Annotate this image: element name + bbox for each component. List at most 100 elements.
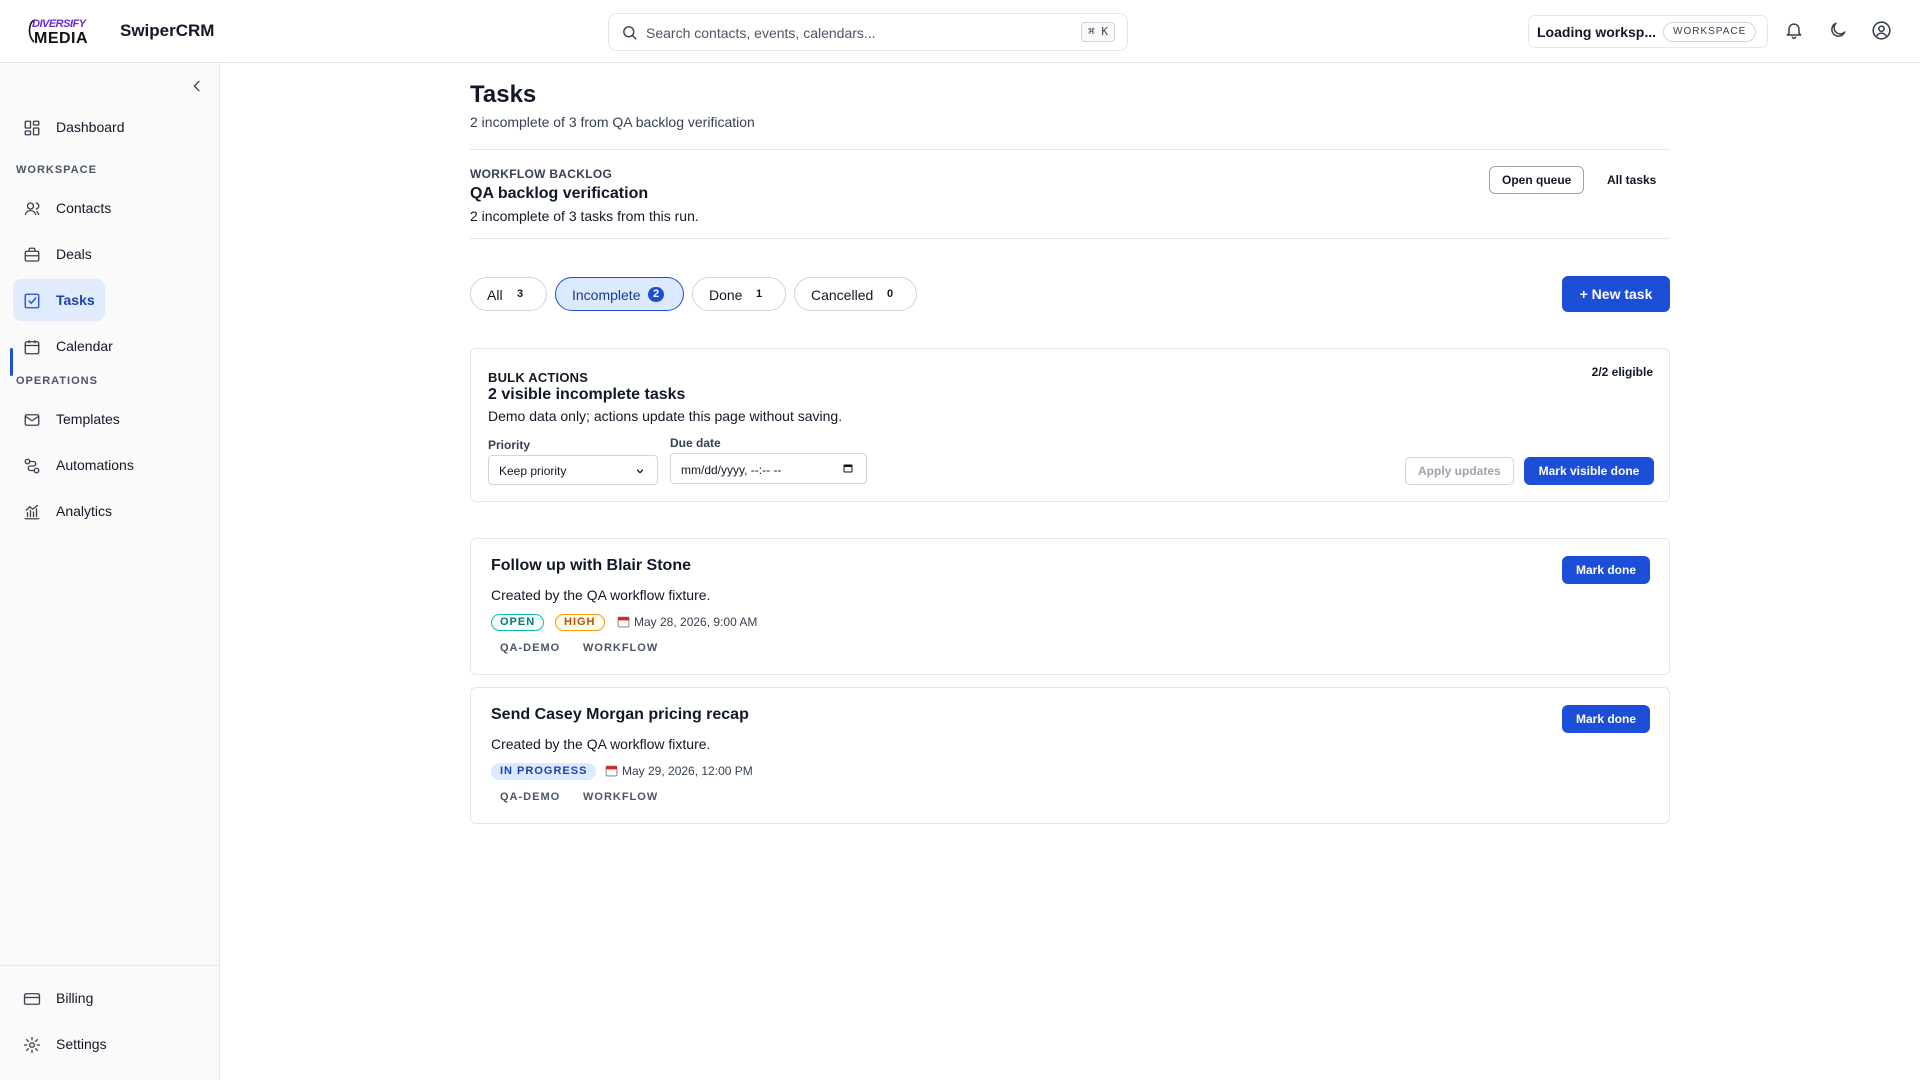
new-task-button[interactable]: + New task (1562, 276, 1670, 312)
section-label-operations: OPERATIONS (16, 375, 98, 387)
all-tasks-link[interactable]: All tasks (1607, 173, 1656, 187)
task-tag: QA-DEMO (500, 642, 561, 654)
calendar-picker-icon[interactable] (842, 462, 854, 474)
task-title[interactable]: Follow up with Blair Stone (491, 557, 691, 575)
due-date-input[interactable]: mm/dd/yyyy, --:-- -- (670, 453, 867, 484)
search-shortcut: ⌘ K (1081, 22, 1115, 42)
chevron-down-icon (636, 469, 644, 474)
app-name: SwiperCRM (120, 21, 215, 40)
sidebar-item-templates[interactable]: Templates (13, 398, 133, 440)
global-search[interactable]: Search contacts, events, calendars... ⌘ … (608, 13, 1128, 51)
task-tag: WORKFLOW (583, 791, 659, 803)
bulk-actions-panel: BULK ACTIONS 2 visible incomplete tasks … (470, 348, 1670, 502)
eligible-count: 2/2 eligible (1591, 365, 1653, 379)
due-date-value: mm/dd/yyyy, --:-- -- (681, 463, 782, 477)
task-card[interactable]: Send Casey Morgan pricing recap Created … (470, 687, 1670, 824)
sidebar-label-tasks: Tasks (56, 292, 95, 308)
tab-cancelled[interactable]: Cancelled 0 (794, 277, 917, 311)
tab-count: 3 (517, 288, 524, 300)
bulk-label: BULK ACTIONS (488, 370, 589, 385)
templates-icon (24, 414, 40, 426)
user-circle-icon[interactable] (1871, 20, 1892, 41)
sidebar-item-calendar[interactable]: Calendar (13, 325, 123, 367)
sidebar-item-tasks[interactable]: Tasks (13, 279, 105, 321)
mark-visible-done-button[interactable]: Mark visible done (1524, 457, 1654, 485)
sidebar-label-dashboard: Dashboard (56, 119, 125, 135)
task-title[interactable]: Send Casey Morgan pricing recap (491, 706, 749, 724)
bell-icon[interactable] (1784, 20, 1804, 40)
settings-icon (23, 1036, 41, 1054)
tab-count: 0 (887, 288, 894, 300)
mark-done-button[interactable]: Mark done (1562, 556, 1650, 584)
task-card[interactable]: Follow up with Blair Stone Created by th… (470, 538, 1670, 675)
sidebar-label-settings: Settings (56, 1036, 107, 1052)
sidebar-label-automations: Automations (56, 457, 134, 473)
sidebar-label-calendar: Calendar (56, 338, 113, 354)
task-due-text: May 28, 2026, 9:00 AM (634, 615, 758, 629)
search-icon (623, 26, 637, 40)
workflow-label: WORKFLOW BACKLOG (470, 167, 613, 181)
workspace-badge: WORKSPACE (1663, 22, 1757, 42)
chevron-left-icon[interactable] (189, 78, 205, 94)
open-queue-button[interactable]: Open queue (1489, 166, 1585, 194)
sidebar-item-settings[interactable]: Settings (13, 1023, 123, 1065)
workspace-name: Loading worksp... (1537, 24, 1657, 40)
sidebar-label-templates: Templates (56, 411, 120, 427)
tab-count: 2 (648, 287, 665, 302)
priority-badge: HIGH (555, 614, 605, 631)
tab-done[interactable]: Done 1 (692, 277, 786, 311)
priority-value: Keep priority (499, 464, 567, 478)
search-placeholder: Search contacts, events, calendars... (646, 25, 876, 41)
bulk-subtitle: Demo data only; actions update this page… (488, 408, 843, 424)
page-subtitle: 2 incomplete of 3 from QA backlog verifi… (470, 114, 755, 130)
sidebar-label-billing: Billing (56, 990, 94, 1006)
task-tag: WORKFLOW (583, 642, 659, 654)
status-badge: OPEN (491, 614, 545, 631)
sidebar-label-deals: Deals (56, 246, 92, 262)
sidebar-label-contacts: Contacts (56, 200, 112, 216)
workflow-subtitle: 2 incomplete of 3 tasks from this run. (470, 208, 699, 224)
sidebar: Dashboard WORKSPACE Contacts Deals Tasks… (0, 63, 220, 1080)
analytics-icon (24, 504, 40, 520)
task-due-text: May 29, 2026, 12:00 PM (622, 764, 753, 778)
mark-done-button[interactable]: Mark done (1562, 705, 1650, 733)
task-due: May 28, 2026, 9:00 AM (617, 615, 757, 629)
apply-updates-button[interactable]: Apply updates (1405, 457, 1514, 485)
sidebar-item-dashboard[interactable]: Dashboard (13, 106, 133, 148)
priority-select[interactable]: Keep priority (488, 455, 658, 485)
tab-label: Done (709, 287, 743, 303)
sidebar-item-contacts[interactable]: Contacts (13, 187, 123, 229)
deals-icon (24, 247, 40, 262)
tab-count: 1 (756, 288, 763, 300)
workspace-switcher[interactable]: Loading worksp... WORKSPACE (1528, 15, 1768, 48)
task-due: May 29, 2026, 12:00 PM (605, 764, 753, 778)
sidebar-label-analytics: Analytics (56, 503, 113, 519)
logo-text-bottom: MEDIA (34, 30, 89, 47)
workflow-title: QA backlog verification (470, 185, 649, 202)
logo-text-top: DIVERSIFY (32, 18, 86, 30)
sidebar-item-billing[interactable]: Billing (13, 977, 105, 1019)
status-badge: IN PROGRESS (491, 763, 597, 780)
tab-label: All (487, 287, 503, 303)
divider (470, 238, 1670, 239)
sidebar-item-automations[interactable]: Automations (13, 444, 153, 486)
tab-all[interactable]: All 3 (470, 277, 547, 311)
due-date-label: Due date (670, 436, 721, 450)
tab-incomplete[interactable]: Incomplete 2 (555, 277, 684, 311)
company-logo[interactable]: DIVERSIFY MEDIA (26, 16, 96, 48)
dashboard-icon (24, 120, 40, 136)
sidebar-item-analytics[interactable]: Analytics (13, 490, 133, 532)
moon-icon[interactable] (1828, 20, 1848, 40)
tab-label: Cancelled (811, 287, 874, 303)
tab-label: Incomplete (572, 287, 641, 303)
page-title: Tasks (470, 81, 537, 108)
billing-icon (23, 993, 41, 1005)
sidebar-item-deals[interactable]: Deals (13, 233, 105, 275)
task-tag: QA-DEMO (500, 791, 561, 803)
tasks-icon (24, 293, 40, 309)
task-description: Created by the QA workflow fixture. (491, 736, 711, 752)
automations-icon (24, 458, 40, 474)
calendar-icon (24, 340, 40, 355)
calendar-emoji-icon (605, 765, 618, 777)
bulk-title: 2 visible incomplete tasks (488, 386, 686, 403)
